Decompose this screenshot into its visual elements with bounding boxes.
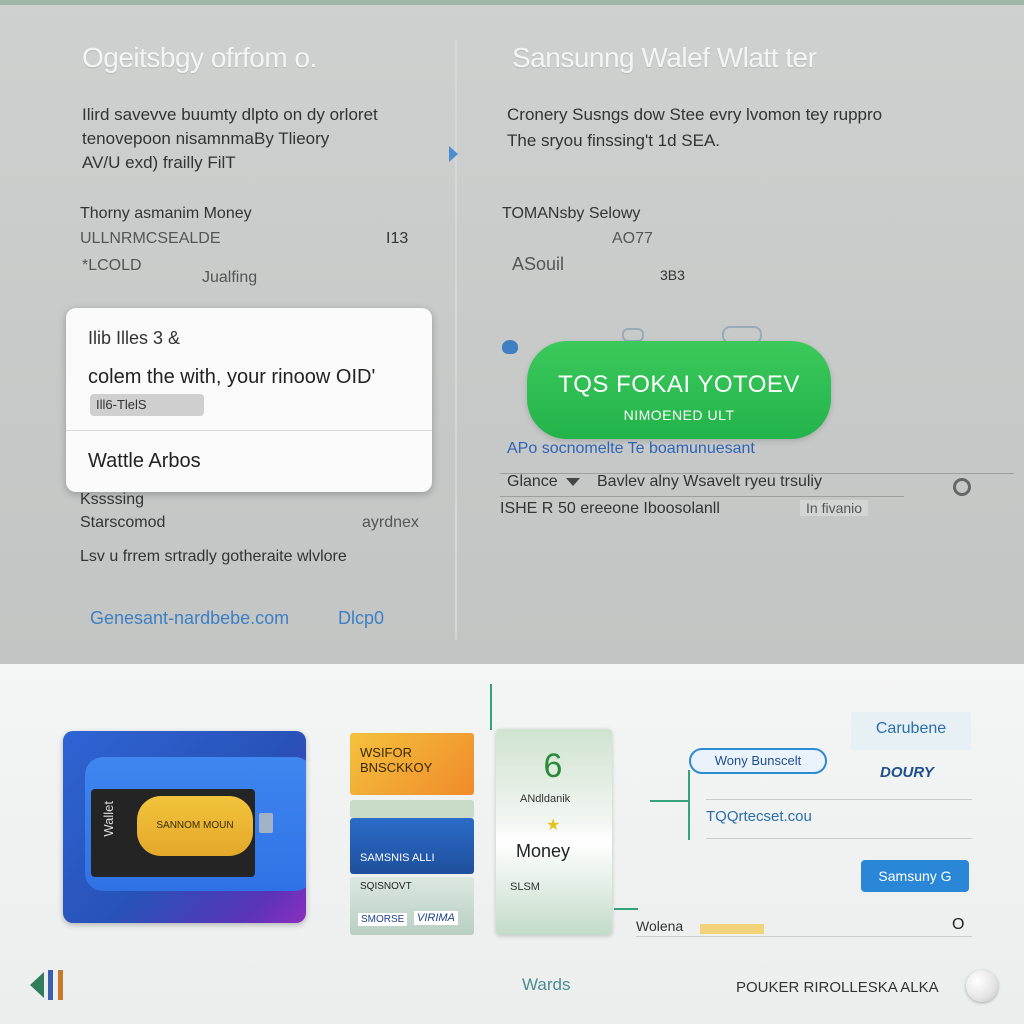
right-row-3-middle: 50 ereeone Iboosolanll bbox=[558, 500, 720, 517]
phone-screen[interactable]: 6 ANdldanik ★ Money SLSM bbox=[496, 729, 612, 935]
left-section-title: Thorny asmanim Money bbox=[80, 205, 252, 222]
left-section-subtitle: ULLNRMCSEALDE bbox=[80, 230, 221, 247]
left-paragraph-line-2: tenovepoon nisamnmaBy Tlieory bbox=[82, 129, 330, 148]
right-section-code: AO77 bbox=[612, 230, 653, 247]
mini-card-green-label: SQISNOVT bbox=[360, 881, 412, 892]
green-button-label: TQS FOKAI YOTOEV bbox=[558, 371, 800, 398]
mini-card-logo-1: SMORSE bbox=[358, 913, 408, 926]
top-accent-line bbox=[0, 0, 1024, 5]
mini-card-green[interactable]: SQISNOVT SMORSE VIRIMA bbox=[350, 877, 474, 935]
wallet-side-label: Wallet bbox=[101, 801, 116, 837]
tree-branch-1 bbox=[688, 770, 690, 840]
brand-logo: DOURY bbox=[880, 764, 934, 781]
right-section-title: TOMANsby Selowy bbox=[502, 205, 641, 222]
bird-icon bbox=[502, 340, 518, 354]
tree-divider-1 bbox=[706, 799, 972, 800]
left-paragraph-line-1: Ilird savevve buumty dlpto on dy orloret bbox=[82, 105, 378, 124]
tree-branch-2 bbox=[650, 800, 690, 802]
popup-divider bbox=[66, 430, 432, 431]
phone-number: 6 bbox=[543, 747, 563, 785]
pane-divider bbox=[455, 40, 457, 640]
phone-text-3: SLSM bbox=[510, 881, 540, 893]
row-divider-2 bbox=[500, 496, 904, 497]
link-icon bbox=[622, 328, 644, 342]
tree-divider-3 bbox=[636, 936, 972, 937]
right-box[interactable]: Carubene bbox=[851, 712, 971, 750]
popup-title: Ilib Illes 3 & bbox=[88, 328, 181, 348]
left-lower-label-2-right: ayrdnex bbox=[362, 514, 419, 531]
mini-card-logo-2: VIRIMA bbox=[414, 911, 458, 925]
chevron-down-icon[interactable] bbox=[566, 478, 580, 486]
url-link[interactable]: TQQrtecset.cou bbox=[706, 808, 812, 825]
samsung-button[interactable]: Samsuny G bbox=[861, 860, 969, 892]
right-row-1[interactable]: APo socnomelte Te boamunuesant bbox=[507, 440, 755, 458]
right-row-3-right: In fivanio bbox=[800, 500, 869, 516]
left-lower-label-2: Starscomod bbox=[80, 514, 166, 531]
star-icon: ★ bbox=[546, 817, 561, 834]
connector-line bbox=[490, 684, 492, 730]
phone-text-2: Money bbox=[516, 841, 571, 861]
right-section-value: 3B3 bbox=[660, 267, 685, 283]
mini-card-blue[interactable]: SAMSNIS ALLI bbox=[350, 818, 474, 874]
popup-chip[interactable]: Ill6-TlelS bbox=[90, 394, 204, 416]
primary-green-button[interactable]: TQS FOKAI YOTOEV NIMOENED ULT bbox=[527, 341, 831, 439]
popup-option-button[interactable]: Wattle Arbos bbox=[88, 450, 201, 473]
bottom-o-marker: O bbox=[952, 916, 965, 933]
wallet-card-large[interactable]: Wallet SANNOM MOUN bbox=[63, 731, 306, 923]
popup-message: colem the with, your rinoow OID' bbox=[88, 366, 376, 388]
radio-icon[interactable] bbox=[953, 478, 971, 496]
left-lower-sentence: Lsv u frrem srtradly gotheraite wlvlore bbox=[80, 548, 347, 565]
right-pane-title: Sansunng Walef Wlatt ter bbox=[512, 42, 817, 73]
left-section-note: Jualfing bbox=[202, 269, 258, 286]
mini-card-blue-label: SAMSNIS ALLI bbox=[360, 852, 435, 864]
gold-card: SANNOM MOUN bbox=[137, 796, 253, 856]
tree-divider-2 bbox=[706, 838, 972, 839]
left-link-secondary[interactable]: Dlcp0 bbox=[338, 608, 384, 629]
right-section-label: ASouil bbox=[512, 254, 565, 274]
phone-text-1: ANdldanik bbox=[520, 793, 571, 805]
mini-card-strip bbox=[350, 800, 474, 818]
left-pane-title: Ogeitsbgy ofrfom o. bbox=[82, 42, 317, 73]
left-link[interactable]: Genesant-nardbebe.com bbox=[90, 608, 289, 629]
mini-card-orange-label: WSIFOR BNSCKKOY bbox=[360, 745, 433, 775]
right-paragraph-line-2: The sryou finssing't 1d SEA. bbox=[507, 131, 721, 150]
footer-text: POUKER RIROLLESKA ALKA bbox=[736, 979, 939, 996]
highlight-bar bbox=[700, 924, 764, 934]
left-section-value: I13 bbox=[386, 230, 409, 247]
bottom-note: Wolena bbox=[636, 918, 684, 934]
right-row-2-left: Glance bbox=[507, 473, 558, 490]
popup-dialog: Ilib Illes 3 & colem the with, your rino… bbox=[66, 308, 432, 492]
right-paragraph-line-1: Cronery Susngs dow Stee evry lvomon tey … bbox=[507, 105, 883, 124]
card-slot-button bbox=[259, 813, 273, 833]
nav-center-label[interactable]: Wards bbox=[522, 975, 571, 995]
left-paragraph-line-3: AV/U exd) frailly FilT bbox=[82, 153, 236, 172]
profile-button-icon[interactable] bbox=[966, 970, 998, 1002]
account-pill[interactable]: Wony Bunscelt bbox=[689, 748, 827, 774]
tree-branch-3 bbox=[614, 908, 638, 910]
right-row-2-middle: Bavlev alny Wsavelt ryeu trsuliy bbox=[597, 473, 822, 490]
mini-card-orange[interactable]: WSIFOR BNSCKKOY bbox=[350, 733, 474, 795]
left-lower-label-1: Kssssing bbox=[80, 491, 145, 508]
back-icon[interactable] bbox=[28, 968, 68, 1002]
left-section-code: *LCOLD bbox=[82, 257, 142, 274]
green-button-sublabel: NIMOENED ULT bbox=[623, 407, 735, 423]
right-row-3-left: ISHE R bbox=[500, 500, 554, 517]
expand-arrow-icon[interactable] bbox=[449, 146, 458, 162]
